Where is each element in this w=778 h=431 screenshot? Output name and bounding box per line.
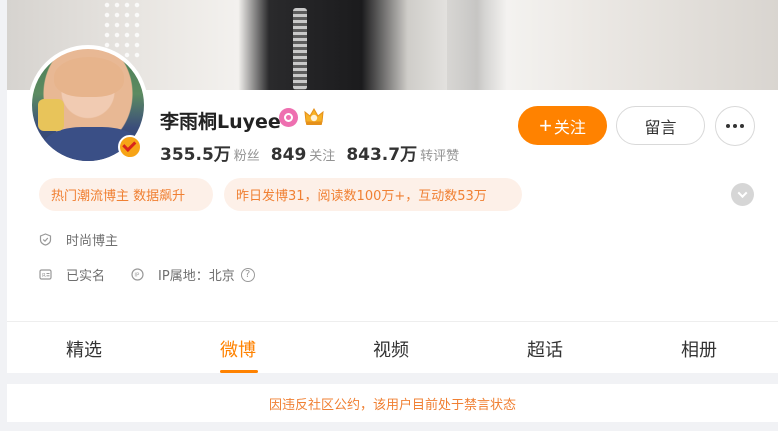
tab-video[interactable]: 视频 bbox=[373, 336, 409, 362]
info-category: 时尚博主 bbox=[39, 230, 118, 249]
tab-album[interactable]: 相册 bbox=[681, 336, 717, 362]
profile-stats: 355.5万 粉丝 849 关注 843.7万 转评赞 bbox=[160, 140, 470, 165]
tag-daily-stats[interactable]: 昨日发博31，阅读数100万+，互动数53万 bbox=[224, 178, 522, 211]
follow-button[interactable]: + 关注 bbox=[518, 106, 607, 145]
plus-icon: + bbox=[539, 112, 552, 138]
tab-weibo[interactable]: 微博 bbox=[220, 336, 256, 362]
stat-followers[interactable]: 355.5万 粉丝 bbox=[160, 140, 260, 165]
message-button[interactable]: 留言 bbox=[616, 106, 705, 145]
profile-name: 李雨桐Luyee bbox=[160, 111, 281, 133]
stat-following[interactable]: 849 关注 bbox=[271, 145, 336, 165]
svg-text:R: R bbox=[42, 273, 46, 279]
pink-medal-icon[interactable] bbox=[279, 108, 298, 127]
id-card-icon: R bbox=[39, 269, 52, 280]
shield-icon bbox=[39, 233, 52, 246]
ip-icon: IP bbox=[131, 268, 144, 281]
active-tab-indicator bbox=[220, 370, 258, 373]
question-icon[interactable]: ? bbox=[240, 267, 255, 282]
v-badge-icon bbox=[118, 135, 142, 159]
ban-notice: 因违反社区公约，该用户目前处于禁言状态 bbox=[7, 384, 778, 422]
svg-text:IP: IP bbox=[134, 273, 140, 279]
crown-icon[interactable] bbox=[303, 106, 325, 128]
stat-likes: 843.7万 转评赞 bbox=[346, 145, 460, 165]
tab-super-topic[interactable]: 超话 bbox=[527, 336, 563, 362]
profile-tabs: 精选 微博 视频 超话 相册 bbox=[7, 322, 778, 373]
tag-hot-blogger[interactable]: 热门潮流博主 数据飙升 bbox=[39, 178, 213, 211]
more-dots-icon[interactable] bbox=[715, 106, 755, 146]
tab-featured[interactable]: 精选 bbox=[66, 336, 102, 362]
info-verification: R 已实名 IP IP属地：北京 ? bbox=[39, 265, 255, 284]
chevron-down-icon[interactable] bbox=[731, 183, 754, 206]
